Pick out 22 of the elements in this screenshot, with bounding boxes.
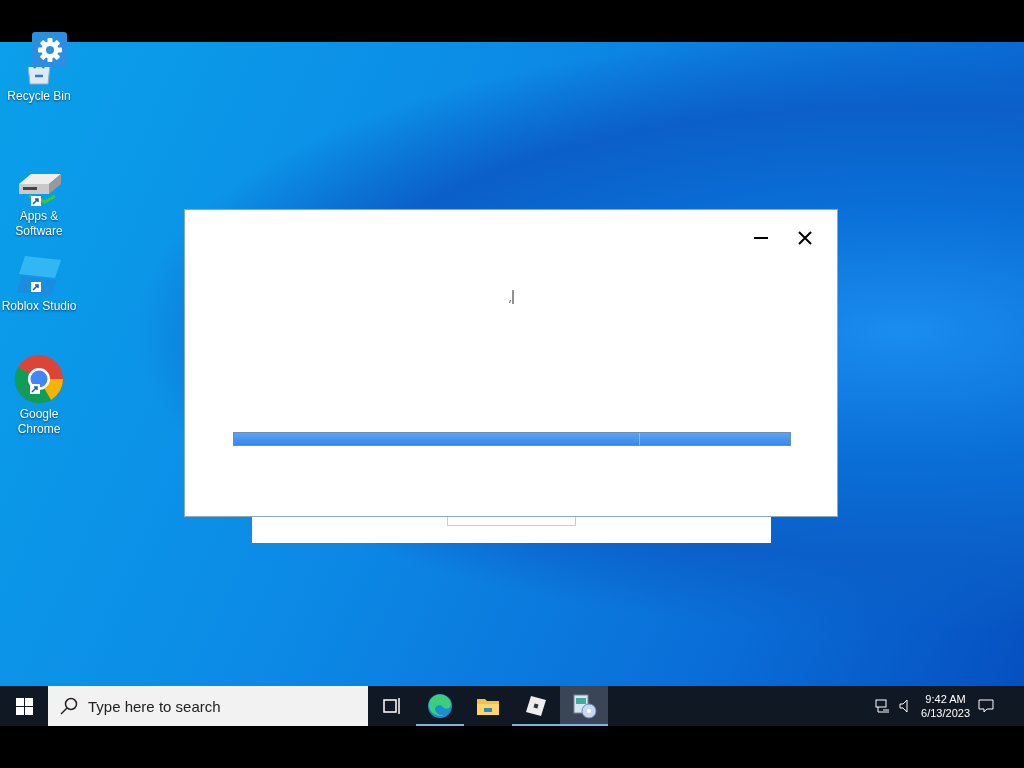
- desktop-icon-label[interactable]: Roblox Studio: [1, 299, 77, 314]
- taskbar-app[interactable]: [560, 686, 608, 726]
- roblox-icon[interactable]: [525, 695, 547, 717]
- settings-tile[interactable]: [32, 32, 67, 67]
- close-icon: [798, 231, 812, 245]
- minimize-icon: [754, 237, 768, 239]
- folder-icon[interactable]: [476, 696, 500, 716]
- notification-icon[interactable]: [978, 699, 994, 713]
- installer-icon[interactable]: [571, 693, 597, 719]
- chrome-icon[interactable]: [14, 354, 64, 404]
- edge-icon[interactable]: [427, 693, 453, 719]
- desktop-icon-label[interactable]: Google Chrome: [0, 407, 78, 437]
- text-cursor-icon: [508, 290, 514, 304]
- network-icon[interactable]: [875, 699, 892, 713]
- desktop-icon-label[interactable]: Recycle Bin: [7, 89, 71, 104]
- task-view-icon[interactable]: [383, 697, 401, 715]
- search-field[interactable]: Type here to search: [48, 686, 368, 726]
- settings-icon: [36, 36, 63, 63]
- windows-logo-icon: [15, 697, 33, 715]
- desktop-icon-label[interactable]: Apps & Software: [0, 209, 78, 239]
- clock-time[interactable]: 9:42 AM: [925, 692, 966, 706]
- clock-date[interactable]: 6/13/2023: [921, 706, 970, 720]
